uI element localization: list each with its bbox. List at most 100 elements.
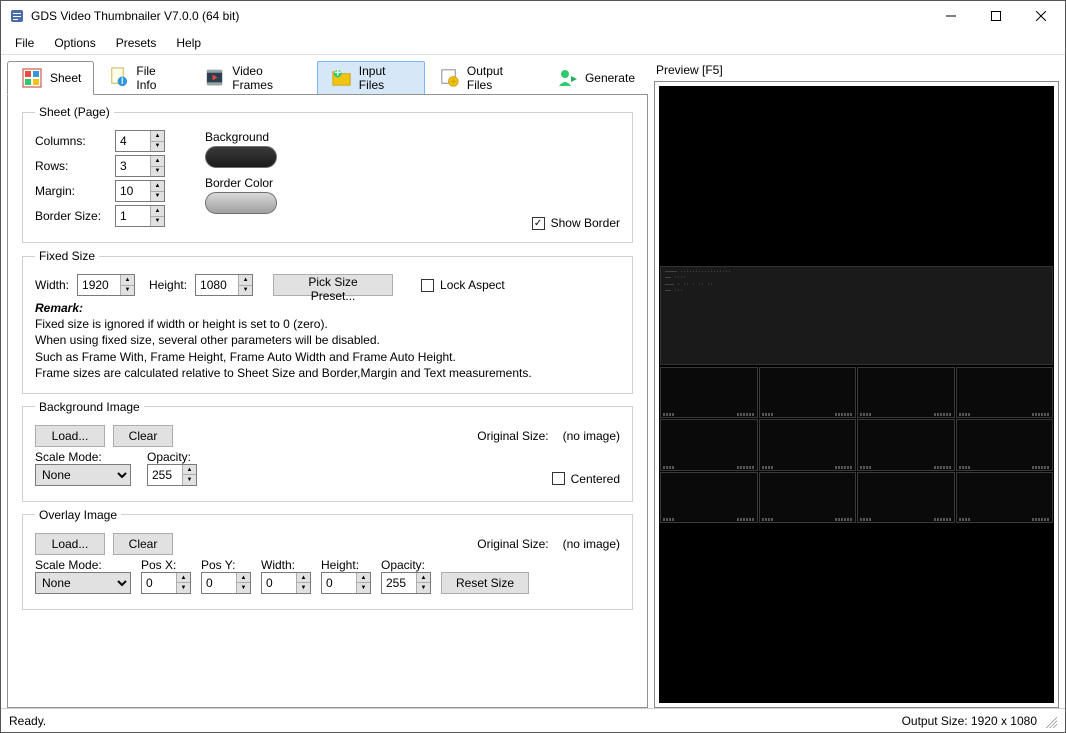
ovimg-posx-spinner[interactable]: ▲▼ (141, 572, 191, 594)
bordersize-spinner[interactable]: ▲▼ (115, 205, 165, 227)
rows-spinner[interactable]: ▲▼ (115, 155, 165, 177)
fixed-width-spinner[interactable]: ▲▼ (77, 274, 135, 296)
tab-body-sheet: Sheet (Page) Columns: ▲▼ Rows: ▲▼ Margin… (7, 94, 648, 708)
spin-up-icon[interactable]: ▲ (297, 573, 310, 584)
close-button[interactable] (1018, 1, 1063, 31)
maximize-button[interactable] (973, 1, 1018, 31)
spin-up-icon[interactable]: ▲ (151, 131, 164, 142)
spin-up-icon[interactable]: ▲ (151, 156, 164, 167)
spin-up-icon[interactable]: ▲ (357, 573, 370, 584)
ovimg-opacity-input[interactable] (382, 573, 416, 593)
bgimg-centered-checkbox[interactable]: Centered (552, 472, 620, 486)
bordersize-input[interactable] (116, 206, 150, 226)
spin-down-icon[interactable]: ▼ (237, 583, 250, 593)
bgimg-opacity-input[interactable] (148, 465, 182, 485)
background-color-swatch[interactable] (205, 146, 277, 168)
margin-input[interactable] (116, 181, 150, 201)
minimize-button[interactable] (928, 1, 973, 31)
pick-size-preset-button[interactable]: Pick Size Preset... (273, 274, 393, 296)
spin-down-icon[interactable]: ▼ (239, 286, 252, 296)
status-ready: Ready. (9, 714, 46, 728)
ovimg-clear-button[interactable]: Clear (113, 533, 173, 555)
tab-outputfiles[interactable]: Output Files (425, 61, 542, 95)
window-title: GDS Video Thumbnailer V7.0.0 (64 bit) (31, 9, 928, 23)
preview-cell (857, 419, 955, 470)
spin-down-icon[interactable]: ▼ (417, 583, 430, 593)
remark-head: Remark: (35, 301, 83, 315)
ovimg-width-label: Width: (261, 558, 311, 572)
menu-help[interactable]: Help (166, 33, 211, 53)
generate-icon (555, 66, 579, 90)
ovimg-width-input[interactable] (262, 573, 296, 593)
bgimg-origsize-label: Original Size: (477, 429, 548, 443)
columns-input[interactable] (116, 131, 150, 151)
resize-grip-icon[interactable] (1043, 714, 1057, 728)
group-background-image: Background Image Load... Clear Original … (22, 400, 633, 502)
spin-up-icon[interactable]: ▲ (239, 275, 252, 286)
ovimg-scalemode-label: Scale Mode: (35, 558, 131, 572)
bgimg-origsize-value: (no image) (563, 429, 620, 443)
rows-input[interactable] (116, 156, 150, 176)
preview-cell (956, 419, 1054, 470)
spin-up-icon[interactable]: ▲ (237, 573, 250, 584)
ovimg-posy-spinner[interactable]: ▲▼ (201, 572, 251, 594)
tab-generate[interactable]: Generate (542, 61, 648, 95)
background-label: Background (205, 130, 269, 144)
ovimg-scalemode-select[interactable]: None (35, 572, 131, 594)
bgimg-opacity-label: Opacity: (147, 450, 197, 464)
bgimg-opacity-spinner[interactable]: ▲▼ (147, 464, 197, 486)
spin-up-icon[interactable]: ▲ (177, 573, 190, 584)
spin-down-icon[interactable]: ▼ (151, 167, 164, 177)
app-icon (9, 8, 25, 24)
spin-up-icon[interactable]: ▲ (417, 573, 430, 584)
preview-info-panel: ———— ·················—— ····——— · ·· · … (660, 266, 1053, 365)
preview-cell (759, 419, 857, 470)
spin-down-icon[interactable]: ▼ (151, 192, 164, 202)
lockaspect-checkbox[interactable]: Lock Aspect (421, 278, 505, 292)
spin-up-icon[interactable]: ▲ (183, 465, 196, 476)
spin-down-icon[interactable]: ▼ (151, 217, 164, 227)
lockaspect-label: Lock Aspect (440, 278, 505, 292)
ovimg-width-spinner[interactable]: ▲▼ (261, 572, 311, 594)
menu-file[interactable]: File (5, 33, 44, 53)
fixed-height-spinner[interactable]: ▲▼ (195, 274, 253, 296)
ovimg-posx-input[interactable] (142, 573, 176, 593)
margin-spinner[interactable]: ▲▼ (115, 180, 165, 202)
remark-line: Fixed size is ignored if width or height… (35, 317, 328, 331)
tab-inputfiles[interactable]: + Input Files (317, 61, 425, 95)
sheet-icon (20, 66, 44, 90)
menu-presets[interactable]: Presets (106, 33, 167, 53)
tab-sheet[interactable]: Sheet (7, 61, 94, 95)
spin-up-icon[interactable]: ▲ (151, 206, 164, 217)
spin-down-icon[interactable]: ▼ (121, 286, 134, 296)
ovimg-posy-input[interactable] (202, 573, 236, 593)
ovimg-height-input[interactable] (322, 573, 356, 593)
tab-outputfiles-label: Output Files (467, 64, 529, 92)
spin-down-icon[interactable]: ▼ (151, 142, 164, 152)
fixed-width-input[interactable] (78, 275, 120, 295)
bgimg-load-button[interactable]: Load... (35, 425, 105, 447)
border-color-swatch[interactable] (205, 192, 277, 214)
spin-down-icon[interactable]: ▼ (183, 475, 196, 485)
ovimg-resetsize-button[interactable]: Reset Size (441, 572, 529, 594)
ovimg-height-spinner[interactable]: ▲▼ (321, 572, 371, 594)
showborder-checkbox[interactable]: ✓ Show Border (532, 216, 620, 230)
ovimg-load-button[interactable]: Load... (35, 533, 105, 555)
fixed-height-input[interactable] (196, 275, 238, 295)
spin-up-icon[interactable]: ▲ (151, 181, 164, 192)
columns-spinner[interactable]: ▲▼ (115, 130, 165, 152)
tab-videoframes[interactable]: Video Frames (190, 61, 317, 95)
spin-up-icon[interactable]: ▲ (121, 275, 134, 286)
bgimg-scalemode-select[interactable]: None (35, 464, 131, 486)
tab-fileinfo[interactable]: i File Info (94, 61, 190, 95)
bgimg-clear-button[interactable]: Clear (113, 425, 173, 447)
checkbox-unchecked-icon (421, 279, 434, 292)
checkbox-checked-icon: ✓ (532, 217, 545, 230)
spin-down-icon[interactable]: ▼ (297, 583, 310, 593)
ovimg-opacity-spinner[interactable]: ▲▼ (381, 572, 431, 594)
menubar: File Options Presets Help (1, 31, 1065, 55)
spin-down-icon[interactable]: ▼ (177, 583, 190, 593)
bordercolor-label: Border Color (205, 176, 273, 190)
spin-down-icon[interactable]: ▼ (357, 583, 370, 593)
menu-options[interactable]: Options (44, 33, 105, 53)
